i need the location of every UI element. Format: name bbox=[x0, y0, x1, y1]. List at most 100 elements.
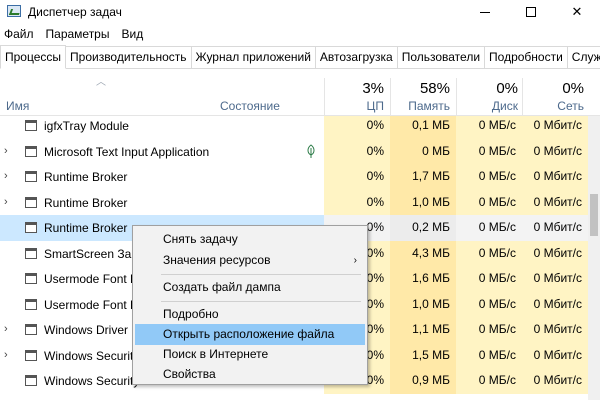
process-name-cell[interactable]: › Microsoft Text Input Application bbox=[0, 139, 324, 165]
column-header-disk[interactable]: 0% Диск bbox=[456, 80, 518, 113]
menu-bar: Файл Параметры Вид bbox=[0, 24, 600, 44]
column-headers: ︿ Имя Состояние 3% ЦП 58% Память 0% Диск… bbox=[0, 70, 600, 116]
process-window-icon bbox=[25, 196, 37, 208]
menu-separator bbox=[161, 301, 361, 302]
network-total: 0% bbox=[562, 80, 584, 97]
menu-end-task[interactable]: Снять задачу bbox=[135, 229, 365, 250]
process-window-icon bbox=[25, 222, 37, 233]
maximize-button[interactable] bbox=[508, 0, 554, 24]
menu-item-label: Создать файл дампа bbox=[163, 280, 281, 294]
network-value: 0 Мбит/с bbox=[522, 164, 588, 190]
network-label: Сеть bbox=[557, 99, 584, 113]
table-row[interactable]: › Microsoft Text Input Application 0% 0 МБ 0… bbox=[0, 138, 588, 165]
network-value: 0 Мбит/с bbox=[522, 291, 588, 317]
network-value: 0 Мбит/с bbox=[522, 189, 588, 215]
process-name-cell[interactable]: › Runtime Broker bbox=[0, 190, 324, 216]
process-window-icon bbox=[25, 298, 37, 310]
tab-details[interactable]: Подробности bbox=[484, 46, 568, 68]
network-value: 0 Мбит/с bbox=[522, 317, 588, 343]
process-window-icon bbox=[25, 324, 37, 335]
menu-view[interactable]: Вид bbox=[115, 24, 149, 44]
memory-value: 4,3 МБ bbox=[390, 240, 456, 266]
sort-up-icon: ︿ bbox=[96, 77, 106, 88]
tab-processes[interactable]: Процессы bbox=[0, 45, 67, 69]
disk-value: 0 МБ/с bbox=[456, 291, 522, 317]
disk-total: 0% bbox=[496, 80, 518, 97]
memory-value: 0,2 МБ bbox=[390, 215, 456, 241]
task-manager-icon bbox=[7, 5, 21, 17]
process-name: igfxTray Module bbox=[44, 119, 129, 133]
network-value: 0 Мбит/с bbox=[522, 138, 588, 164]
window-title: Диспетчер задач bbox=[28, 5, 122, 19]
column-header-network[interactable]: 0% Сеть bbox=[522, 80, 584, 113]
cpu-value: 0% bbox=[324, 189, 390, 215]
cpu-total: 3% bbox=[362, 80, 384, 97]
tab-performance[interactable]: Производительность bbox=[65, 46, 192, 68]
tab-services[interactable]: Службы bbox=[566, 46, 600, 68]
process-name-cell[interactable]: › Runtime Broker bbox=[0, 164, 324, 190]
menu-go-to-details[interactable]: Подробно bbox=[135, 304, 365, 325]
network-value: 0 Мбит/с bbox=[522, 116, 588, 139]
minimize-button[interactable] bbox=[462, 0, 508, 24]
table-row[interactable]: › Runtime Broker 0% 1,0 МБ 0 МБ/с 0 Мбит/с bbox=[0, 189, 588, 216]
menu-open-file-location[interactable]: Открыть расположение файла bbox=[135, 324, 365, 345]
menu-search-online[interactable]: Поиск в Интернете bbox=[135, 344, 365, 365]
memory-value: 1,0 МБ bbox=[390, 189, 456, 215]
process-name: Runtime Broker bbox=[44, 195, 128, 210]
cpu-label: ЦП bbox=[366, 99, 384, 113]
menu-create-dump[interactable]: Создать файл дампа bbox=[135, 277, 365, 298]
menu-separator bbox=[161, 274, 361, 275]
title-bar: Диспетчер задач ✕ bbox=[0, 0, 600, 24]
process-name-cell[interactable]: igfxTray Module bbox=[0, 116, 324, 139]
process-name: Microsoft Text Input Application bbox=[44, 144, 210, 159]
menu-item-label: Свойства bbox=[163, 367, 216, 381]
menu-item-label: Открыть расположение файла bbox=[163, 327, 335, 341]
close-button[interactable]: ✕ bbox=[554, 0, 600, 24]
table-row[interactable]: igfxTray Module 0% 0,1 МБ 0 МБ/с 0 Мбит/с bbox=[0, 116, 588, 139]
scrollbar-thumb[interactable] bbox=[590, 194, 598, 236]
process-window-icon bbox=[25, 120, 37, 131]
process-window-icon bbox=[25, 273, 37, 284]
vertical-scrollbar[interactable] bbox=[588, 116, 600, 400]
column-header-status[interactable]: Состояние bbox=[220, 99, 280, 113]
table-row[interactable]: › Runtime Broker 0% 1,7 МБ 0 МБ/с 0 Мбит/с bbox=[0, 164, 588, 190]
memory-value: 1,7 МБ bbox=[390, 164, 456, 190]
column-header-name[interactable]: Имя bbox=[6, 99, 29, 113]
network-value: 0 Мбит/с bbox=[522, 215, 588, 241]
process-window-icon bbox=[25, 375, 37, 386]
column-header-cpu[interactable]: 3% ЦП bbox=[324, 80, 384, 113]
column-header-memory[interactable]: 58% Память bbox=[390, 80, 450, 113]
network-value: 0 Мбит/с bbox=[522, 342, 588, 368]
expand-chevron-icon[interactable]: › bbox=[4, 196, 8, 208]
expand-chevron-icon[interactable]: › bbox=[4, 145, 8, 157]
memory-value: 0,1 МБ bbox=[390, 116, 456, 139]
menu-item-label: Поиск в Интернете bbox=[163, 347, 269, 361]
expand-chevron-icon[interactable]: › bbox=[4, 349, 8, 361]
network-value: 0 Мбит/с bbox=[522, 266, 588, 292]
tab-app-history[interactable]: Журнал приложений bbox=[190, 46, 316, 68]
memory-value: 1,6 МБ bbox=[390, 266, 456, 292]
disk-value: 0 МБ/с bbox=[456, 116, 522, 139]
memory-value: 0 МБ bbox=[390, 138, 456, 164]
menu-resource-values[interactable]: Значения ресурсов › bbox=[135, 250, 365, 271]
tab-startup[interactable]: Автозагрузка bbox=[314, 46, 398, 68]
disk-value: 0 МБ/с bbox=[456, 368, 522, 394]
expand-chevron-icon[interactable]: › bbox=[4, 170, 8, 182]
minimize-icon bbox=[480, 11, 490, 13]
process-window-icon bbox=[25, 171, 37, 182]
disk-value: 0 МБ/с bbox=[456, 138, 522, 164]
memory-label: Память bbox=[408, 99, 450, 113]
menu-properties[interactable]: Свойства bbox=[135, 364, 365, 385]
network-value: 0 Мбит/с bbox=[522, 368, 588, 394]
menu-options[interactable]: Параметры bbox=[40, 24, 116, 44]
tab-users[interactable]: Пользователи bbox=[396, 46, 486, 68]
menu-file[interactable]: Файл bbox=[0, 24, 40, 44]
process-name: Runtime Broker bbox=[44, 170, 128, 184]
disk-value: 0 МБ/с bbox=[456, 240, 522, 266]
process-window-icon bbox=[25, 247, 37, 259]
memory-value: 1,0 МБ bbox=[390, 291, 456, 317]
suspended-leaf-icon bbox=[307, 143, 315, 158]
memory-value: 1,5 МБ bbox=[390, 342, 456, 368]
expand-chevron-icon[interactable]: › bbox=[4, 323, 8, 335]
cpu-value: 0% bbox=[324, 116, 390, 139]
